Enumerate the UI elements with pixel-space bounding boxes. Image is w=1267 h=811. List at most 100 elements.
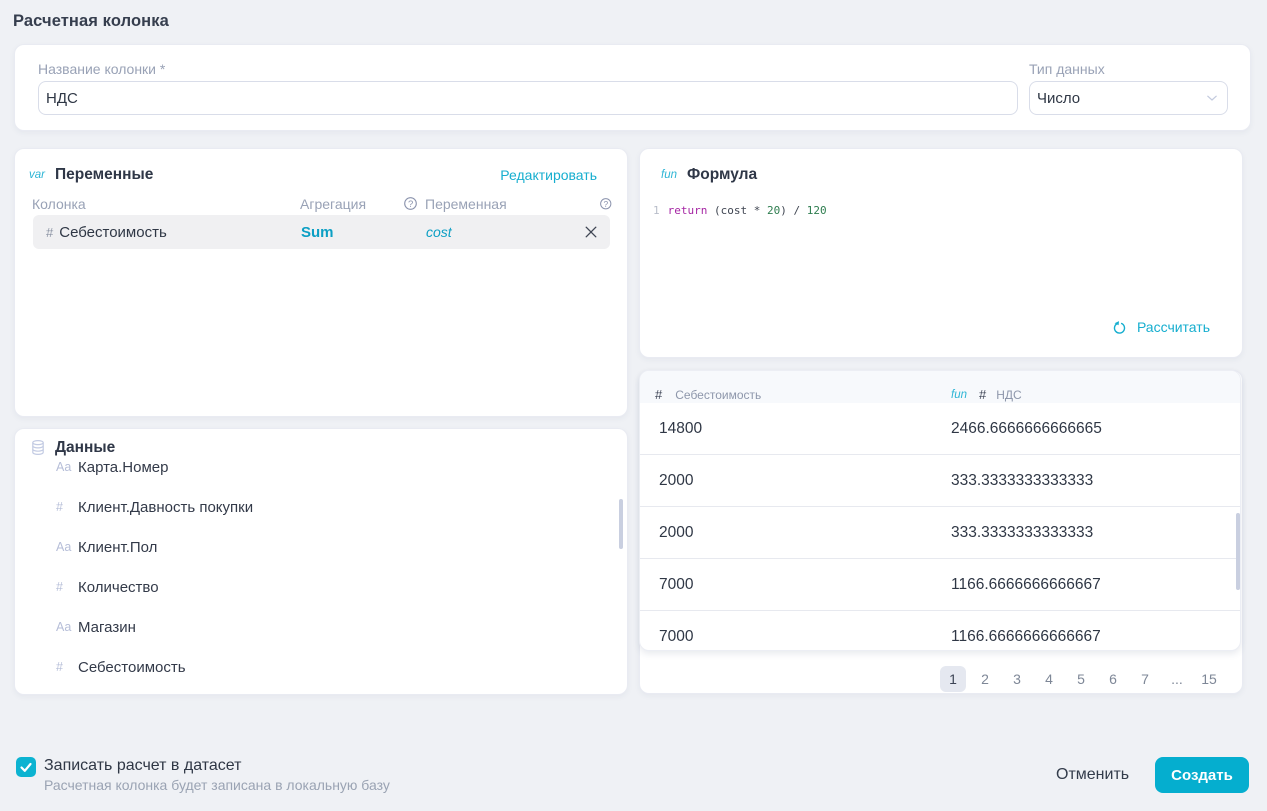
field-name: Клиент.Пол <box>78 539 157 556</box>
column-header-aggregation: Агрегация <box>300 196 366 212</box>
field-name: Клиент.Давность покупки <box>78 499 253 516</box>
cancel-button[interactable]: Отменить <box>1056 766 1129 784</box>
data-field-item[interactable]: Aa Карта.Номер <box>15 447 627 487</box>
variables-panel-header: var Переменные <box>29 165 153 185</box>
field-type-icon: Aa <box>56 620 78 634</box>
help-icon[interactable]: ? <box>600 198 612 210</box>
create-button[interactable]: Создать <box>1155 757 1249 793</box>
data-field-item[interactable]: Aa Клиент.Пол <box>15 527 627 567</box>
line-number: 1 <box>653 204 660 218</box>
refresh-icon <box>1113 321 1126 334</box>
close-icon <box>582 223 600 241</box>
formula-code: return (cost * 20) / 120 <box>668 204 827 218</box>
cost-cell: 7000 <box>659 576 951 594</box>
preview-column-1-label: Себестоимость <box>675 388 761 402</box>
cost-cell: 2000 <box>659 524 951 542</box>
data-fields-list: Aa Карта.Номер # Клиент.Давность покупки… <box>15 447 627 687</box>
svg-text:?: ? <box>604 199 609 209</box>
page-number[interactable]: ... <box>1164 666 1190 692</box>
data-field-item[interactable]: # Себестоимость <box>15 647 627 687</box>
preview-table-row: 7000 1166.6666666666667 <box>640 611 1240 651</box>
variable-row: # Себестоимость Sum cost <box>33 215 610 249</box>
cost-cell: 14800 <box>659 420 951 438</box>
field-name: Количество <box>78 579 159 596</box>
data-type-label: Тип данных <box>1029 61 1105 77</box>
formula-panel-header: fun Формула <box>661 165 757 185</box>
data-field-item[interactable]: # Количество <box>15 567 627 607</box>
data-list-scrollbar[interactable] <box>619 499 623 549</box>
preview-panel: # Себестоимость fun # НДС 14800 2466.666… <box>639 370 1243 694</box>
page-number[interactable]: 15 <box>1196 666 1222 692</box>
field-name: Себестоимость <box>78 659 186 676</box>
preview-table-row: 7000 1166.6666666666667 <box>640 559 1240 611</box>
preview-table-row: 2000 333.3333333333333 <box>640 507 1240 559</box>
column-name-value: НДС <box>46 90 78 107</box>
help-icon[interactable]: ? <box>404 197 417 210</box>
vat-cell: 2466.6666666666665 <box>951 420 1102 438</box>
svg-text:?: ? <box>408 199 413 210</box>
number-column-icon: # <box>979 387 986 402</box>
remove-variable-button[interactable] <box>582 223 600 241</box>
preview-table-header: # Себестоимость fun # НДС <box>640 371 1240 403</box>
vat-cell: 333.3333333333333 <box>951 472 1093 490</box>
edit-variables-link[interactable]: Редактировать <box>500 167 597 183</box>
field-type-icon: # <box>56 660 78 674</box>
page-title: Расчетная колонка <box>13 12 169 31</box>
number-field-icon: # <box>46 225 53 240</box>
preview-table-body: 14800 2466.6666666666665 2000 333.333333… <box>640 403 1240 651</box>
vat-cell: 1166.6666666666667 <box>951 576 1101 594</box>
field-name: Магазин <box>78 619 136 636</box>
preview-table-row: 2000 333.3333333333333 <box>640 455 1240 507</box>
cost-cell: 2000 <box>659 472 951 490</box>
variable-name[interactable]: cost <box>426 224 452 240</box>
var-tag: var <box>29 169 55 181</box>
checkbox-sublabel: Расчетная колонка будет записана в локал… <box>44 777 390 793</box>
page-number[interactable]: 3 <box>1004 666 1030 692</box>
formula-panel: fun Формула 1 return (cost * 20) / 120 Р… <box>639 148 1243 358</box>
field-type-icon: Aa <box>56 540 78 554</box>
column-name-label: Название колонки * <box>38 61 165 77</box>
page-number[interactable]: 7 <box>1132 666 1158 692</box>
variable-column-name: Себестоимость <box>59 224 269 241</box>
formula-editor[interactable]: 1 return (cost * 20) / 120 <box>653 204 827 218</box>
column-settings-card: Название колонки * НДС Тип данных Число <box>14 44 1251 131</box>
variables-panel: var Переменные Редактировать Колонка Агр… <box>14 148 628 417</box>
page-number[interactable]: 1 <box>940 666 966 692</box>
data-type-select[interactable]: Число <box>1029 81 1228 115</box>
column-header-column: Колонка <box>32 196 86 212</box>
preview-table: # Себестоимость fun # НДС 14800 2466.666… <box>639 370 1241 651</box>
column-header-variable: Переменная <box>425 196 507 212</box>
fun-tag: fun <box>661 169 687 181</box>
page-number[interactable]: 2 <box>972 666 998 692</box>
vat-cell: 333.3333333333333 <box>951 524 1093 542</box>
variables-title: Переменные <box>55 166 153 184</box>
fun-tag: fun <box>951 389 967 401</box>
data-fields-panel: Данные Aa Карта.Номер # Клиент.Давность … <box>14 428 628 695</box>
formula-title: Формула <box>687 166 757 184</box>
cost-cell: 7000 <box>659 628 951 646</box>
page-number[interactable]: 5 <box>1068 666 1094 692</box>
vat-cell: 1166.6666666666667 <box>951 628 1101 646</box>
calculated-column-dialog: Расчетная колонка Название колонки * НДС… <box>0 0 1267 811</box>
checkbox-label: Записать расчет в датасет <box>44 757 241 775</box>
field-type-icon: # <box>56 580 78 594</box>
column-name-input[interactable]: НДС <box>38 81 1018 115</box>
save-to-dataset-checkbox[interactable] <box>16 757 36 777</box>
data-field-item[interactable]: Aa Магазин <box>15 607 627 647</box>
preview-table-row: 14800 2466.6666666666665 <box>640 403 1240 455</box>
page-number[interactable]: 6 <box>1100 666 1126 692</box>
preview-column-2-label: НДС <box>996 388 1021 402</box>
chevron-down-icon <box>1207 93 1217 103</box>
field-name: Карта.Номер <box>78 459 168 476</box>
page-number[interactable]: 4 <box>1036 666 1062 692</box>
checkmark-icon <box>16 757 36 777</box>
pagination: 1 2 3 4 5 6 7 ... 15 <box>640 666 1242 692</box>
data-field-item[interactable]: # Клиент.Давность покупки <box>15 487 627 527</box>
variable-aggregation[interactable]: Sum <box>301 224 334 241</box>
field-type-icon: Aa <box>56 460 78 474</box>
preview-table-scrollbar[interactable] <box>1236 513 1240 590</box>
calculate-button[interactable]: Рассчитать <box>1113 319 1210 335</box>
data-type-value: Число <box>1037 90 1080 107</box>
number-column-icon: # <box>655 387 662 402</box>
field-type-icon: # <box>56 500 78 514</box>
